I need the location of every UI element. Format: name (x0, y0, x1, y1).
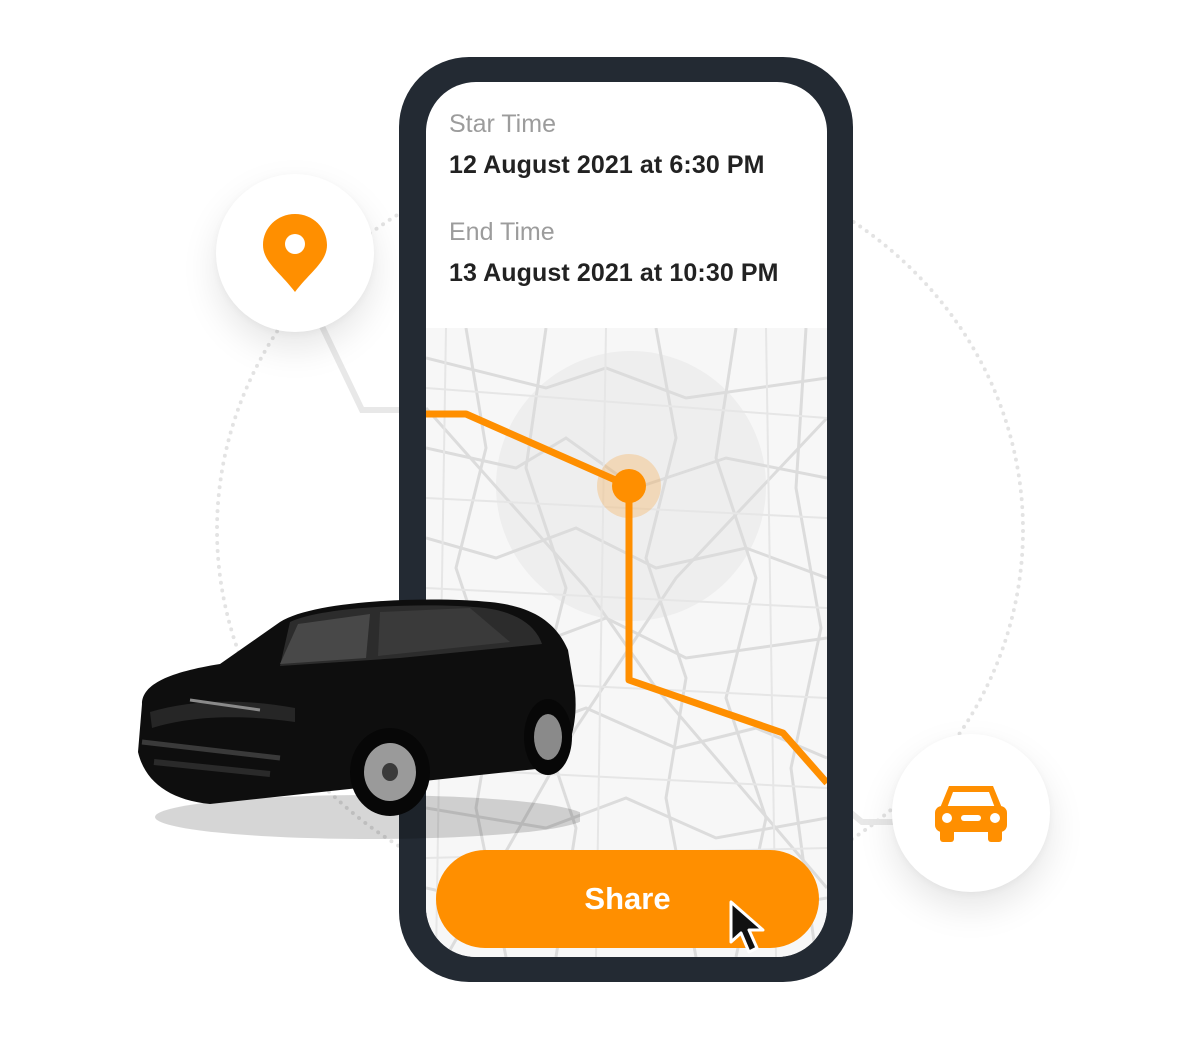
illustration-stage: Star Time 12 August 2021 at 6:30 PM End … (0, 0, 1180, 1040)
car-illustration (138, 599, 580, 839)
end-time-value: 13 August 2021 at 10:30 PM (449, 259, 779, 287)
start-location-badge (216, 174, 374, 332)
mouse-cursor-icon (729, 900, 765, 954)
location-pin-icon (263, 214, 327, 292)
start-time-value: 12 August 2021 at 6:30 PM (449, 151, 765, 179)
destination-car-badge (892, 734, 1050, 892)
phone-frame: Star Time 12 August 2021 at 6:30 PM End … (399, 57, 853, 982)
end-time-label: End Time (449, 218, 555, 246)
start-time-label: Star Time (449, 110, 556, 138)
car-icon (935, 786, 1007, 842)
trip-times: Star Time 12 August 2021 at 6:30 PM End … (449, 112, 817, 286)
